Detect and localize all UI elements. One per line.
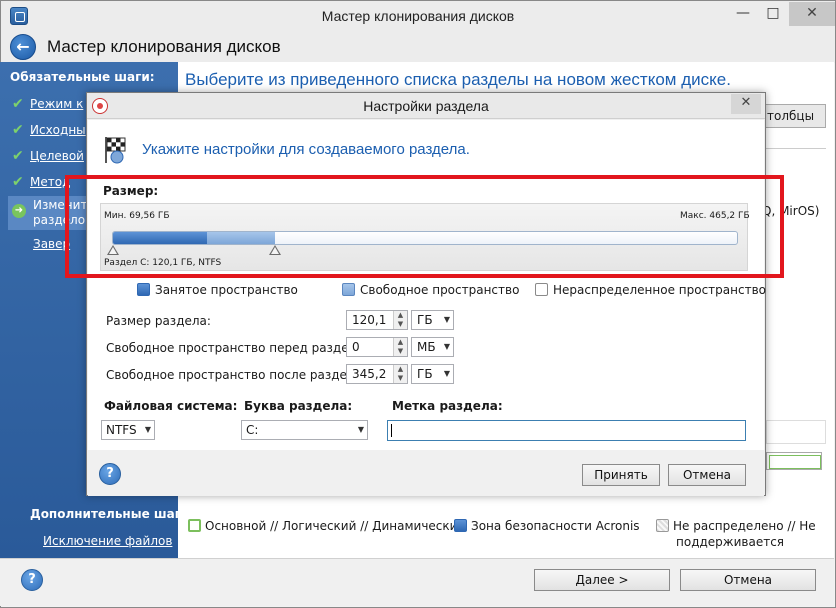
close-button[interactable]: ✕ [789,2,835,26]
chevron-down-icon: ▼ [357,425,364,434]
check-icon: ✔ [12,148,24,164]
check-icon: ✔ [12,122,24,138]
free-after-input[interactable]: 345,2 ▲ ▼ [346,364,408,384]
optional-steps-header: Дополнительные шаги: [30,507,195,521]
partition-label-input[interactable] [387,420,746,441]
partition-size-input[interactable]: 120,1 ▲ ▼ [346,310,408,330]
check-icon: ✔ [12,174,24,190]
filesystem-header: Файловая система: [104,399,238,413]
back-arrow-icon[interactable]: ← [10,34,36,60]
free-space-swatch [342,283,355,296]
next-button[interactable]: Далее > [534,569,670,591]
chevron-down-icon: ▼ [443,342,450,351]
dialog-help-icon[interactable]: ? [99,463,121,485]
legend-used: Занятое пространство [137,283,298,297]
partition-label-header: Метка раздела: [392,399,503,413]
window-title: Мастер клонирования дисков [321,8,515,24]
required-steps-header: Обязательные шаги: [10,70,155,84]
window-titlebar: Мастер клонирования дисков — □ ✕ [1,1,835,31]
spinner-arrows-icon[interactable]: ▲ ▼ [393,338,407,356]
legend-unallocated-dialog: Нераспределенное пространство [535,283,766,297]
filesystem-select[interactable]: NTFS ▼ [101,420,155,440]
list-separator [766,148,826,164]
accept-button[interactable]: Принять [582,464,660,486]
maximize-button[interactable]: □ [758,2,788,26]
cancel-button[interactable]: Отмена [680,569,816,591]
wizard-header: ← Мастер клонирования дисков [1,31,835,63]
free-before-unit[interactable]: МБ ▼ [411,337,454,357]
partition-size-label: Размер раздела: [106,314,211,328]
spinner-arrows-icon[interactable]: ▲ ▼ [393,365,407,383]
chevron-down-icon: ▼ [144,425,151,434]
legend-acronis: Зона безопасности Acronis [454,519,640,533]
list-cell [766,420,826,444]
legend-unallocated-line2: поддерживается [676,535,785,549]
check-icon: ✔ [12,96,24,112]
dialog-cancel-button[interactable]: Отмена [668,464,746,486]
blue-square-icon [454,519,467,532]
checkered-flag-icon [105,137,126,164]
legend-free: Свободное пространство [342,283,519,297]
minimize-button[interactable]: — [728,2,758,26]
free-after-unit[interactable]: ГБ ▼ [411,364,454,384]
chevron-down-icon: ▼ [443,369,450,378]
wizard-title: Мастер клонирования дисков [47,37,281,56]
main-heading: Выберите из приведенного списка разделы … [185,70,731,89]
used-space-swatch [137,283,150,296]
highlight-frame [65,175,784,278]
drive-letter-header: Буква раздела: [244,399,353,413]
partition-size-unit[interactable]: ГБ ▼ [411,310,454,330]
dialog-title: Настройки раздела [363,98,489,114]
free-after-label: Свободное пространство после раздела: [106,368,366,382]
dialog-titlebar: Настройки раздела ✕ [87,93,765,119]
chevron-down-icon: ▼ [443,315,450,324]
dialog-footer [88,450,764,496]
free-before-input[interactable]: 0 ▲ ▼ [346,337,408,357]
dialog-heading: Укажите настройки для создаваемого разде… [142,141,470,158]
spinner-arrows-icon[interactable]: ▲ ▼ [393,311,407,329]
free-before-label: Свободное пространство перед разделом: [106,341,377,355]
drive-letter-select[interactable]: C: ▼ [241,420,368,440]
dialog-close-button[interactable]: ✕ [731,94,761,114]
partition-bar-preview [766,452,822,470]
help-icon[interactable]: ? [21,569,43,591]
exclude-files-link[interactable]: Исключение файлов [43,534,172,548]
hatched-square-icon [656,519,669,532]
arrow-right-icon: ➜ [12,204,26,218]
legend-unallocated: Не распределено // Не [656,519,816,533]
unallocated-swatch [535,283,548,296]
legend-primary: Основной // Логический // Динамический [188,519,465,533]
columns-button[interactable]: толбцы [762,104,826,128]
